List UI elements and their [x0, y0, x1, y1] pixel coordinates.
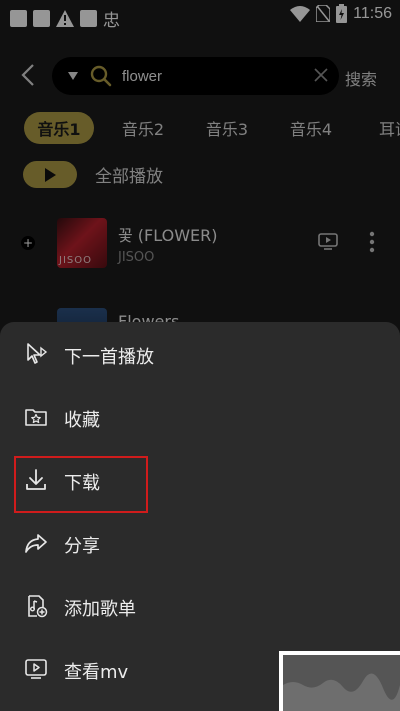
play-next-icon: [27, 343, 48, 364]
menu-item-add-playlist[interactable]: 添加歌单: [0, 576, 400, 636]
menu-item-share[interactable]: 分享: [0, 513, 400, 573]
menu-item-label: 添加歌单: [64, 599, 136, 620]
share-icon: [25, 534, 47, 553]
mv-icon: [25, 659, 47, 679]
highlight-box: [14, 456, 148, 513]
menu-item-label: 分享: [64, 536, 100, 557]
menu-item-label: 下一首播放: [64, 347, 154, 368]
menu-item-play-next[interactable]: 下一首播放: [0, 324, 400, 384]
menu-item-label: 查看mv: [64, 662, 129, 683]
menu-item-label: 收藏: [64, 410, 100, 431]
screenshot-thumbnail[interactable]: [279, 651, 400, 711]
add-playlist-icon: [28, 595, 48, 618]
thumbnail-preview: [283, 655, 400, 711]
menu-item-favorite[interactable]: 收藏: [0, 387, 400, 447]
thumbnail-waveform: [283, 673, 400, 711]
favorite-folder-icon: [25, 409, 47, 426]
